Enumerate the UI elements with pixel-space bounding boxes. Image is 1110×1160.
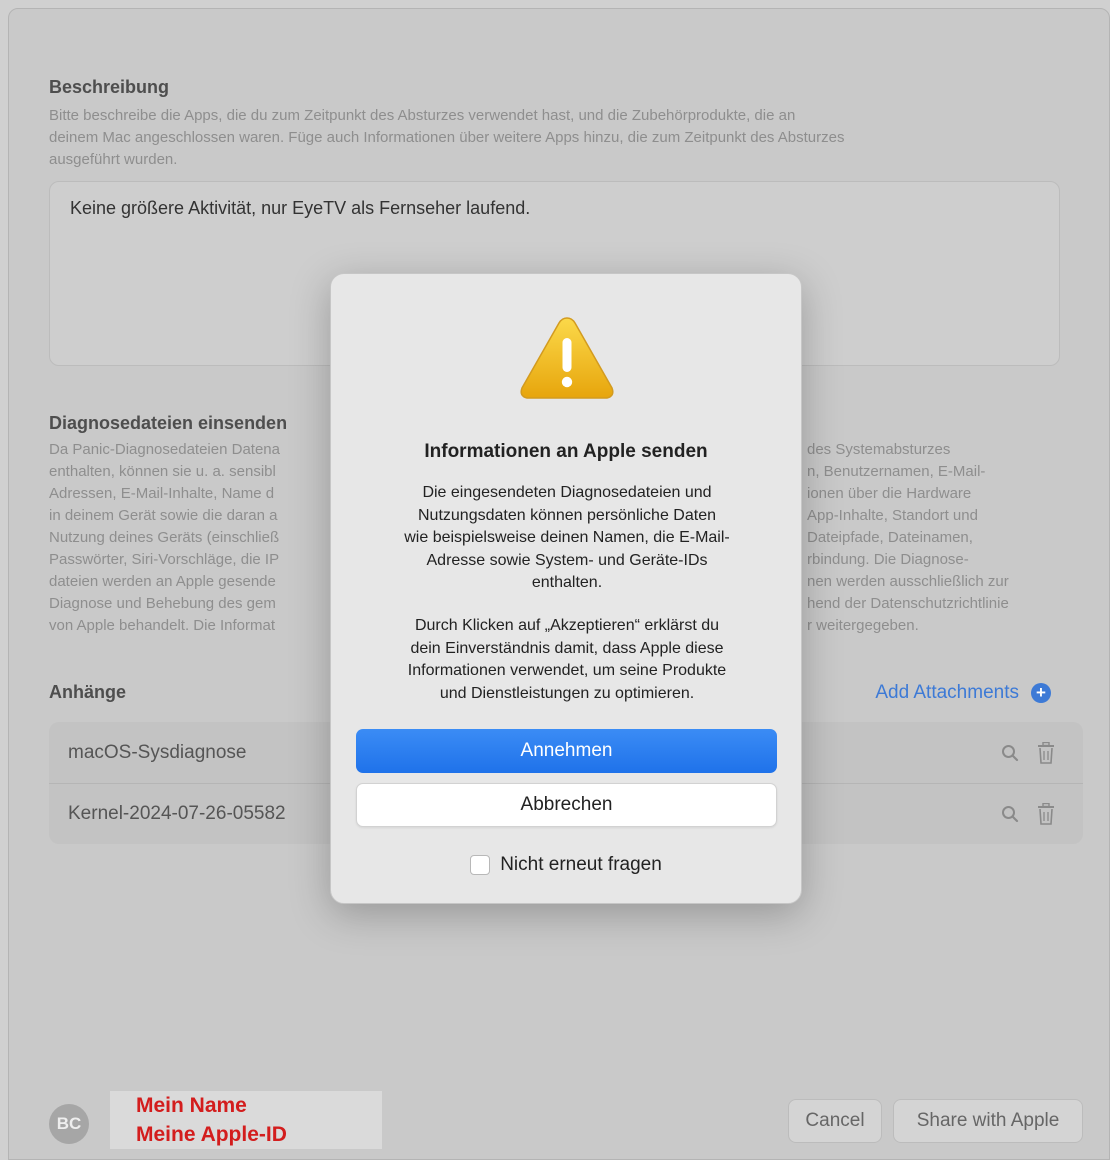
diagnostics-line: Adressen, E-Mail-Inhalte, Name d: [49, 485, 275, 502]
diagnostics-line: Diagnose und Behebung des gem: [49, 595, 276, 612]
user-identity-overlay: Mein Name Meine Apple-ID: [110, 1091, 382, 1149]
dialog-body-line: wie beispielsweise deinen Namen, die E-M…: [404, 529, 730, 546]
diagnostics-line: r weitergegeben.: [807, 617, 919, 634]
dialog-body-line: Adresse sowie System- und Geräte-IDs: [426, 551, 708, 569]
attachment-name: Kernel-2024-07-26-05582: [68, 803, 286, 824]
attachment-name: macOS-Sysdiagnose: [68, 741, 247, 763]
share-with-apple-button[interactable]: Share with Apple: [893, 1099, 1083, 1143]
dialog-body-line: dein Einverständnis damit, dass Apple di…: [410, 639, 724, 657]
dialog-title: Informationen an Apple senden: [424, 441, 708, 462]
dont-ask-again-label: Nicht erneut fragen: [500, 854, 662, 875]
dont-ask-again-row[interactable]: Nicht erneut fragen: [331, 854, 801, 876]
description-help-line: deinem Mac angeschlossen waren. Füge auc…: [49, 129, 845, 146]
diagnostics-text-left: Da Panic-Diagnosedateien Datena enthalte…: [49, 439, 339, 637]
diagnostics-line: ionen über die Hardware: [807, 485, 972, 502]
description-value: Keine größere Aktivität, nur EyeTV als F…: [70, 198, 531, 218]
diagnostics-line: Da Panic-Diagnosedateien Datena: [49, 441, 280, 458]
diagnostics-line: dateien werden an Apple gesende: [49, 573, 276, 590]
trash-icon[interactable]: [1037, 803, 1055, 825]
add-attachments-button[interactable]: Add Attachments +: [875, 682, 1051, 704]
description-help: Bitte beschreibe die Apps, die du zum Ze…: [49, 105, 844, 171]
description-help-line: Bitte beschreibe die Apps, die du zum Ze…: [49, 107, 796, 124]
diagnostics-line: enthalten, können sie u. a. sensibl: [49, 463, 276, 480]
attachments-title: Anhänge: [49, 682, 127, 702]
user-name: Mein Name: [136, 1094, 247, 1117]
dialog-body-line: und Dienstleistungen zu optimieren.: [439, 684, 695, 702]
description-help-line: ausgeführt wurden.: [49, 151, 178, 168]
dialog-body-line: Informationen verwendet, um seine Produk…: [407, 662, 727, 679]
accept-label: Annehmen: [520, 740, 613, 761]
dialog-body-consent: Durch Klicken auf „Akzeptieren“ erklärst…: [359, 615, 775, 705]
diagnostics-line: n, Benutzernamen, E-Mail-: [807, 463, 986, 480]
dialog-body-line: Nutzungsdaten können persönliche Daten: [418, 506, 716, 524]
add-attachments-label: Add Attachments: [875, 682, 1019, 703]
dialog-body-line: Die eingesendeten Diagnosedateien und: [422, 484, 712, 501]
diagnostics-title: Diagnosedateien einsenden: [49, 413, 288, 433]
dialog-cancel-button[interactable]: Abbrechen: [356, 783, 777, 827]
diagnostics-text-right: des Systemabsturzes n, Benutzernamen, E-…: [807, 439, 1009, 637]
diagnostics-line: rbindung. Die Diagnose-: [807, 551, 969, 568]
accept-button[interactable]: Annehmen: [356, 729, 777, 773]
dialog-body-line: Durch Klicken auf „Akzeptieren“ erklärst…: [414, 617, 720, 634]
diagnostics-line: nen werden ausschließlich zur: [807, 573, 1009, 590]
diagnostics-line: Passwörter, Siri-Vorschläge, die IP: [49, 551, 280, 568]
magnifier-icon[interactable]: [1001, 805, 1019, 823]
description-title: Beschreibung: [49, 77, 170, 97]
diagnostics-line: von Apple behandelt. Die Informat: [49, 617, 275, 634]
warning-icon: [520, 317, 614, 399]
avatar-initials: BC: [56, 1114, 82, 1133]
dialog-body-privacy: Die eingesendeten Diagnosedateien und Nu…: [359, 482, 775, 595]
diagnostics-line: Nutzung deines Geräts (einschließ: [49, 529, 280, 546]
avatar: BC: [49, 1104, 89, 1144]
send-info-dialog: Informationen an Apple senden Die einges…: [330, 273, 802, 904]
cancel-label: Cancel: [805, 1110, 865, 1131]
share-label: Share with Apple: [916, 1110, 1060, 1131]
diagnostics-line: des Systemabsturzes: [807, 441, 951, 458]
dialog-cancel-label: Abbrechen: [520, 794, 613, 815]
user-apple-id: Meine Apple-ID: [136, 1123, 287, 1146]
diagnostics-line: in deinem Gerät sowie die daran a: [49, 507, 278, 524]
diagnostics-line: hend der Datenschutzrichtlinie: [807, 595, 1009, 612]
diagnostics-line: App-Inhalte, Standort und: [807, 507, 978, 524]
dialog-body-line: enthalten.: [531, 574, 603, 591]
trash-icon[interactable]: [1037, 741, 1055, 764]
dont-ask-again-checkbox[interactable]: [470, 855, 491, 875]
magnifier-icon[interactable]: [1001, 744, 1019, 762]
diagnostics-line: Dateipfade, Dateinamen,: [807, 529, 973, 546]
plus-circle-icon: +: [1031, 683, 1051, 703]
cancel-button[interactable]: Cancel: [788, 1099, 882, 1143]
